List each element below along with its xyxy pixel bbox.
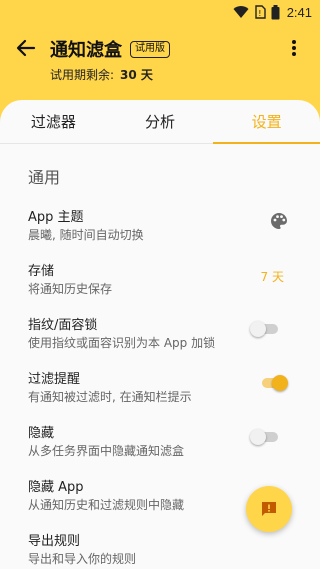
- more-options-button[interactable]: [282, 36, 306, 60]
- toggle-knob: [250, 429, 266, 445]
- setting-title: 存储: [28, 264, 55, 279]
- setting-subtitle: 晨曦, 随时间自动切换: [28, 228, 144, 242]
- setting-title: 隐藏: [28, 426, 55, 441]
- setting-title: App 主题: [28, 210, 84, 225]
- setting-title: 过滤提醒: [28, 372, 81, 387]
- setting-title: 导出规则: [28, 534, 81, 549]
- tab-filters[interactable]: 过滤器: [0, 100, 107, 143]
- setting-subtitle: 使用指纹或面容识别为本 App 加锁: [28, 336, 216, 350]
- clock: 2:41: [286, 4, 312, 20]
- tab-indicator: [213, 142, 320, 144]
- svg-text:!: !: [258, 9, 261, 18]
- fingerprint-lock-toggle[interactable]: [250, 321, 280, 337]
- setting-subtitle: 从通知历史和过滤规则中隐藏: [28, 498, 185, 512]
- wifi-icon: [233, 5, 249, 19]
- back-button[interactable]: [14, 36, 38, 60]
- palette-icon: [270, 212, 288, 234]
- section-title-general: 通用: [28, 168, 61, 187]
- feedback-icon: [262, 502, 276, 516]
- setting-subtitle: 有通知被过滤时, 在通知栏提示: [28, 390, 192, 404]
- page-title: 通知滤盒 试用版: [50, 36, 170, 62]
- trial-days: 30 天: [120, 68, 153, 82]
- hide-recents-toggle[interactable]: [250, 429, 280, 445]
- setting-hide-recents[interactable]: 隐藏 从多任务界面中隐藏通知滤盒: [0, 422, 320, 472]
- setting-export-rules[interactable]: 导出规则 导出和导入你的规则: [0, 530, 320, 569]
- status-bar: ! 2:41: [0, 0, 320, 24]
- more-vert-icon: [292, 40, 296, 56]
- tab-settings[interactable]: 设置: [213, 100, 320, 143]
- arrow-back-icon: [16, 39, 36, 57]
- battery-icon: [271, 4, 280, 20]
- app-bar: 通知滤盒 试用版 试用期剩余: 30 天: [0, 24, 320, 100]
- toggle-knob: [272, 375, 288, 391]
- setting-fingerprint-lock[interactable]: 指纹/面容锁 使用指纹或面容识别为本 App 加锁: [0, 314, 320, 364]
- setting-storage[interactable]: 存储 将通知历史保存 7 天: [0, 260, 320, 310]
- toggle-knob: [250, 321, 266, 337]
- feedback-fab-button[interactable]: [246, 486, 292, 532]
- trial-remaining: 试用期剩余: 30 天: [50, 66, 153, 83]
- setting-title: 指纹/面容锁: [28, 318, 98, 333]
- setting-subtitle: 从多任务界面中隐藏通知滤盒: [28, 444, 185, 458]
- setting-title: 隐藏 App: [28, 480, 84, 495]
- tab-analysis[interactable]: 分析: [107, 100, 214, 143]
- setting-app-theme[interactable]: App 主题 晨曦, 随时间自动切换: [0, 206, 320, 256]
- setting-subtitle: 将通知历史保存: [28, 282, 113, 296]
- setting-filter-reminder[interactable]: 过滤提醒 有通知被过滤时, 在通知栏提示: [0, 368, 320, 418]
- trial-badge: 试用版: [130, 40, 170, 58]
- no-sim-icon: !: [254, 5, 266, 19]
- storage-value: 7 天: [260, 270, 284, 284]
- trial-label: 试用期剩余:: [50, 68, 115, 82]
- app-title: 通知滤盒: [50, 40, 122, 61]
- filter-reminder-toggle[interactable]: [258, 375, 288, 391]
- setting-subtitle: 导出和导入你的规则: [28, 552, 137, 566]
- tab-bar: 过滤器 分析 设置: [0, 100, 320, 144]
